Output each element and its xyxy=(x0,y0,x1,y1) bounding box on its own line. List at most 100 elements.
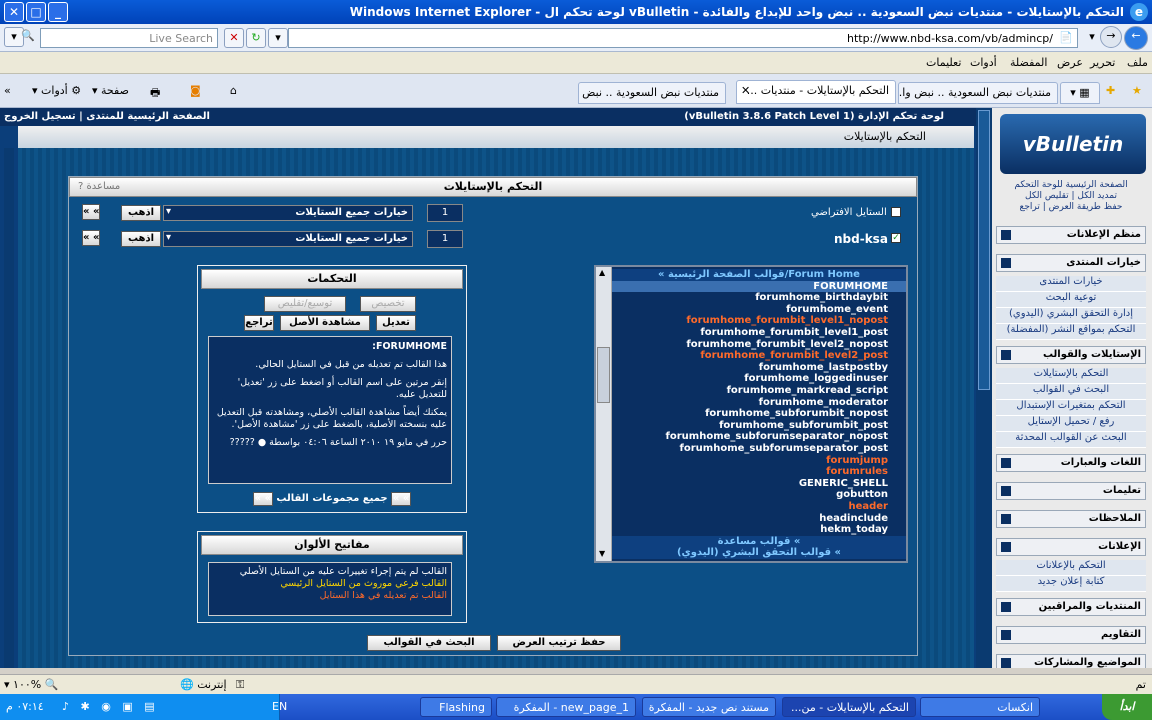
template-item[interactable]: forumhome_subforumseparator_post xyxy=(680,443,888,455)
template-item[interactable]: forumhome_loggedinuser xyxy=(744,373,888,385)
stop-icon[interactable]: ✕ xyxy=(224,28,244,48)
menu-file[interactable]: ملف xyxy=(1127,56,1148,69)
sidebar-item[interactable]: البحث عن القوالب المحدثة xyxy=(996,432,1146,448)
collapse-groups-button[interactable]: « « xyxy=(252,492,273,506)
template-item[interactable]: forumjump xyxy=(826,455,888,467)
expand-icon[interactable] xyxy=(1001,542,1011,552)
sidebar-item[interactable]: التحكم بمواقع النشر (المفضلة) xyxy=(996,324,1146,340)
sidebar-links[interactable]: الصفحة الرئيسية للوحة التحكم تمديد الكل … xyxy=(996,180,1146,213)
template-item[interactable]: forumhome_subforumseparator_nopost xyxy=(666,431,888,443)
language-indicator[interactable]: EN xyxy=(272,700,287,713)
chevron-icon[interactable]: « xyxy=(4,84,11,97)
view-original-button[interactable]: مشاهدة الأصل xyxy=(280,315,370,331)
sidebar-item[interactable]: البحث في القوالب xyxy=(996,384,1146,400)
sidebar-section-header[interactable]: خيارات المنتدى xyxy=(996,254,1146,272)
search-input[interactable]: Live Search xyxy=(40,28,218,48)
sidebar-item[interactable]: توعية البحث xyxy=(996,292,1146,308)
sidebar-item[interactable]: إدارة التحقق البشري (اليدوي) xyxy=(996,308,1146,324)
refresh-icon[interactable]: ↻ xyxy=(246,28,266,48)
tab-list-icon[interactable]: ▦ ▾ xyxy=(1060,82,1100,104)
collapse-arrows-button[interactable]: « « xyxy=(82,204,101,220)
feeds-icon[interactable]: ◙ xyxy=(190,84,201,97)
close-window-button[interactable]: ✕ xyxy=(4,2,24,22)
save-display-order-button[interactable]: حفظ ترتيب العرض xyxy=(497,635,621,651)
vertical-scrollbar[interactable] xyxy=(976,108,992,668)
template-item[interactable]: forumhome_moderator xyxy=(759,397,888,409)
search-templates-button[interactable]: البحث في القوالب xyxy=(367,635,491,651)
sidebar-section-header[interactable]: تعليمات xyxy=(996,482,1146,500)
sidebar-section-header[interactable]: الإستايلات والقوالب xyxy=(996,346,1146,364)
address-dropdown-icon[interactable]: ▾ xyxy=(268,28,288,48)
tab-3[interactable]: منتديات نبض السعودية .. نبض وا... xyxy=(898,82,1058,104)
template-group[interactable]: قوالب مساعدة « xyxy=(612,535,906,548)
template-item[interactable]: forumrules xyxy=(826,466,888,478)
template-item[interactable]: forumhome_forumbit_level2_nopost xyxy=(686,339,888,351)
expand-icon[interactable] xyxy=(1001,602,1011,612)
style-options-select[interactable]: ▾ خيارات جميع الستايلات xyxy=(163,205,413,221)
page-menu[interactable]: ▾ صفحة xyxy=(92,84,129,97)
expand-icon[interactable] xyxy=(1001,350,1011,360)
sidebar-section-header[interactable]: المواضيع والمشاركات xyxy=(996,654,1146,668)
go-button[interactable]: اذهب xyxy=(121,205,161,221)
go-button[interactable]: اذهب xyxy=(121,231,161,247)
template-group[interactable]: قوالب التحقق البشري (اليدوي) « xyxy=(612,547,906,559)
template-item[interactable]: forumhome_event xyxy=(786,304,888,316)
tools-menu[interactable]: ▾ أدوات ⚙ xyxy=(32,84,81,97)
style-checkbox[interactable] xyxy=(891,207,901,217)
expand-icon[interactable] xyxy=(1001,230,1011,240)
forward-icon[interactable]: → xyxy=(1100,26,1122,48)
sidebar-section-header[interactable]: التقاويم xyxy=(996,626,1146,644)
sidebar-section-header[interactable]: الإعلانات xyxy=(996,538,1146,556)
template-item[interactable]: forumhome_forumbit_level2_post xyxy=(700,350,888,362)
sidebar-section-header[interactable]: منظم الإعلانات xyxy=(996,226,1146,244)
expand-groups-button[interactable]: « « xyxy=(391,492,412,506)
template-item[interactable]: forumhome_subforumbit_post xyxy=(719,420,888,432)
home-icon[interactable]: ⌂ xyxy=(230,84,237,97)
expand-icon[interactable] xyxy=(1001,514,1011,524)
taskbar-button[interactable]: مستند نص جديد - المفكرة xyxy=(642,697,776,717)
back-icon[interactable]: ← xyxy=(1124,26,1148,50)
taskbar-button[interactable]: new_page_1 - المفكرة xyxy=(496,697,636,717)
menu-edit[interactable]: تحرير xyxy=(1090,56,1115,69)
menu-help[interactable]: تعليمات xyxy=(926,56,961,69)
tab-1[interactable]: منتديات نبض السعودية .. نبض وا... xyxy=(578,82,726,104)
sidebar-item[interactable]: رفع / تحميل الإستايل xyxy=(996,416,1146,432)
sidebar-item[interactable]: خيارات المنتدى xyxy=(996,276,1146,292)
close-tab-icon[interactable]: ✕ xyxy=(741,84,750,97)
favorites-star-icon[interactable]: ★ xyxy=(1132,84,1142,97)
template-item[interactable]: gobutton xyxy=(836,489,888,501)
template-item[interactable]: forumhome_lastpostby xyxy=(759,362,888,374)
edit-button[interactable]: تعديل xyxy=(376,315,416,331)
zoom-control[interactable]: ▾ ١٠٠% 🔍 xyxy=(4,678,58,691)
taskbar-button[interactable]: التحكم بالإستايلات - من... xyxy=(782,697,916,717)
menu-favorites[interactable]: المفضلة xyxy=(1010,56,1047,69)
display-order-input[interactable]: 1 xyxy=(427,230,463,248)
expand-icon[interactable] xyxy=(1001,486,1011,496)
menu-tools[interactable]: أدوات xyxy=(970,56,997,69)
tray-icons[interactable]: ♪ ✱ ◉ ▣ ▤ xyxy=(62,700,159,713)
taskbar-button[interactable]: Flashing xyxy=(420,697,492,717)
help-link[interactable]: ? مساعدة xyxy=(78,178,120,196)
tab-2-active[interactable]: ✕ التحكم بالإستايلات - منتديات ... xyxy=(736,80,896,104)
template-item[interactable]: forumhome_markread_script xyxy=(727,385,888,397)
search-icon[interactable]: 🔍 xyxy=(18,27,38,47)
display-order-input[interactable]: 1 xyxy=(427,204,463,222)
template-item[interactable]: FORUMHOME xyxy=(612,280,906,293)
collapse-arrows-button[interactable]: « « xyxy=(82,230,101,246)
sidebar-section-header[interactable]: اللغات والعبارات xyxy=(996,454,1146,472)
expand-collapse-button[interactable]: توسيع/تقليص xyxy=(264,296,346,312)
customize-button[interactable]: تخصيص xyxy=(360,296,416,312)
sidebar-item[interactable]: التحكم بالإعلانات xyxy=(996,560,1146,576)
scrollbar-thumb[interactable] xyxy=(978,110,990,390)
print-icon[interactable]: 🖶 xyxy=(150,84,160,103)
style-options-select[interactable]: ▾ خيارات جميع الستايلات xyxy=(163,231,413,247)
template-item[interactable]: header xyxy=(848,501,888,513)
template-item[interactable]: forumhome_forumbit_level1_post xyxy=(700,327,888,339)
menu-view[interactable]: عرض xyxy=(1057,56,1083,69)
sidebar-section-header[interactable]: الملاحظات xyxy=(996,510,1146,528)
revert-button[interactable]: تراجع xyxy=(244,315,274,331)
sidebar-section-header[interactable]: المنتديات والمراقبين xyxy=(996,598,1146,616)
history-dropdown-icon[interactable]: ▾ xyxy=(1082,28,1102,48)
template-item[interactable]: hekm_today xyxy=(820,524,888,536)
list-scrollbar[interactable]: ▲ ▼ xyxy=(596,267,612,561)
